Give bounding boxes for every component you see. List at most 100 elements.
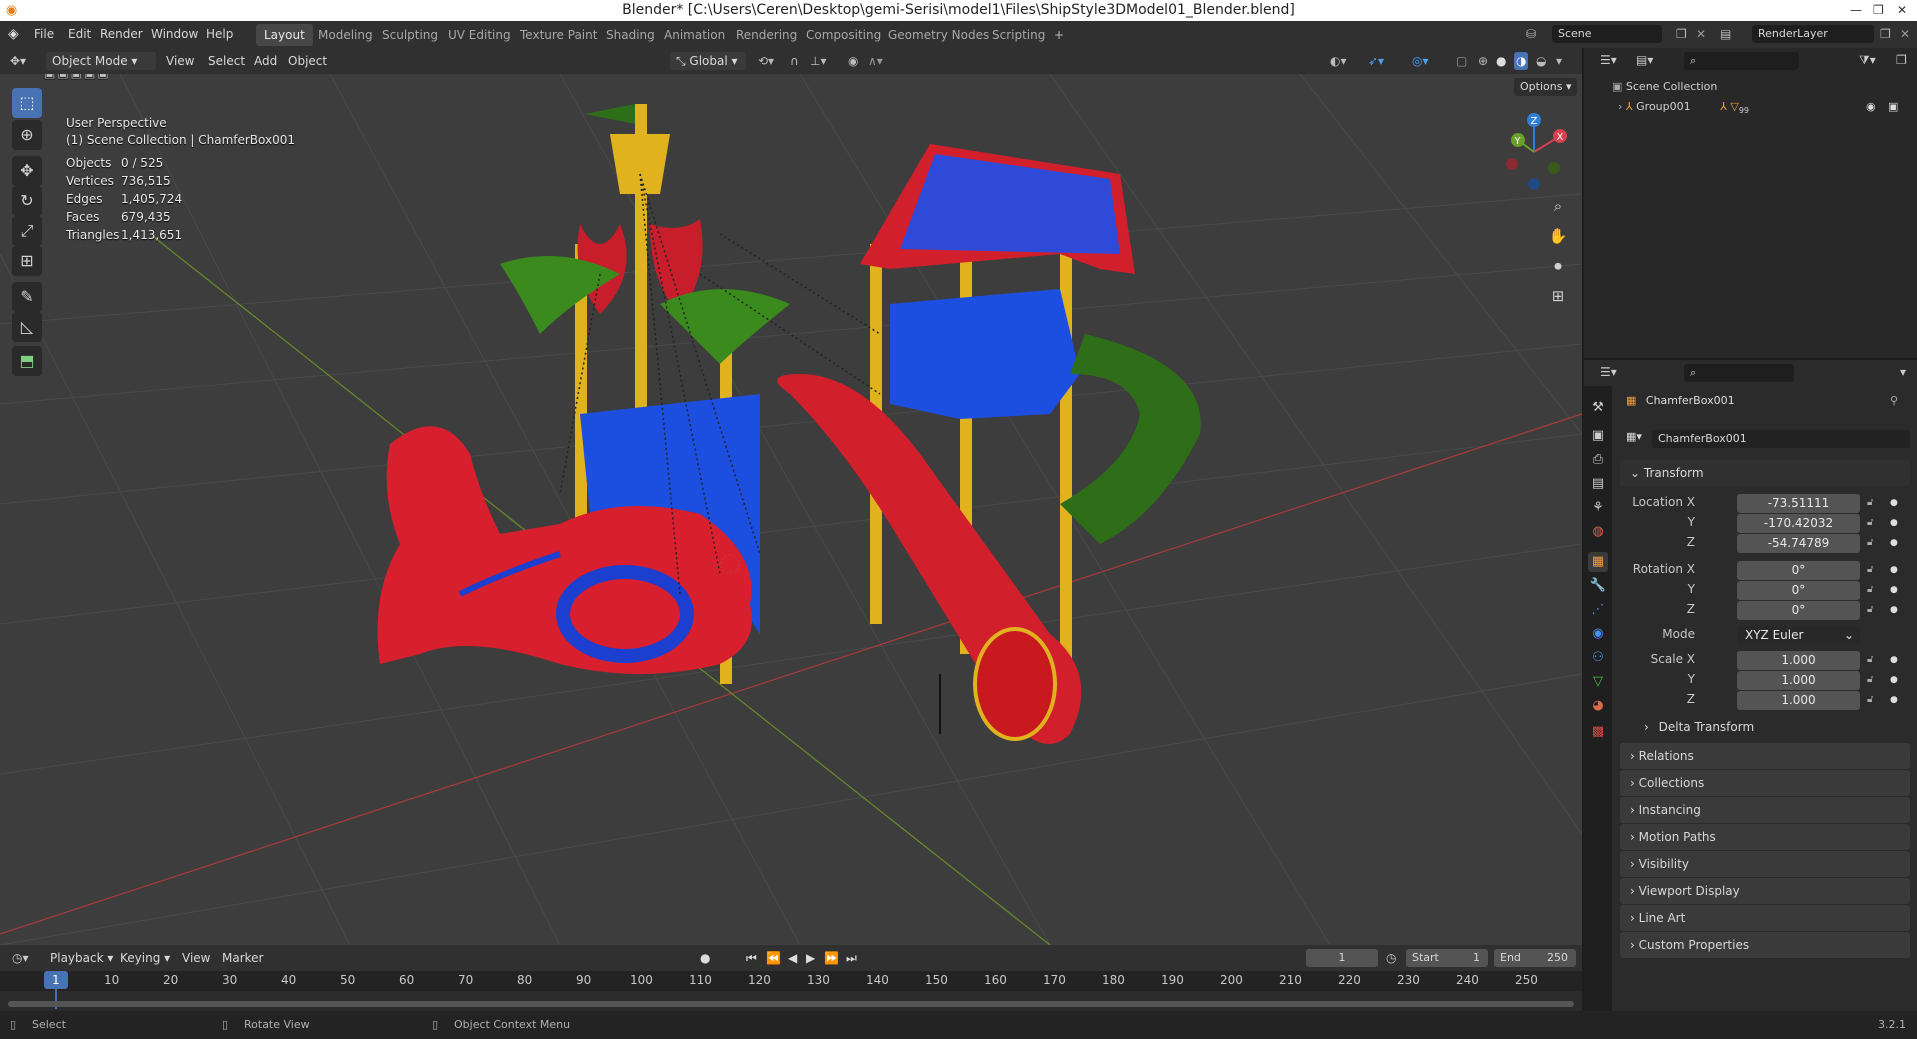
proportional-edit-icon[interactable]: ◉: [848, 52, 858, 70]
camera-view-icon[interactable]: ⏺: [1546, 254, 1570, 278]
lock-icon[interactable]: 🔓︎: [1867, 517, 1873, 528]
tab-geometry-nodes[interactable]: Geometry Nodes: [880, 24, 997, 46]
gizmo-toggle-icon[interactable]: ➶▾: [1368, 52, 1384, 70]
zoom-icon[interactable]: ⌕: [1546, 194, 1570, 218]
tab-layout[interactable]: Layout: [256, 24, 313, 46]
keyframe-dot-icon[interactable]: ●: [1890, 518, 1898, 528]
keyframe-dot-icon[interactable]: ●: [1890, 538, 1898, 548]
menu-render[interactable]: Render: [100, 21, 143, 48]
view-layer-tab-icon[interactable]: ▤: [1588, 474, 1608, 494]
object-mode-dropdown[interactable]: Object Mode ▾: [46, 52, 156, 70]
editor-type-icon[interactable]: ✥▾: [10, 52, 26, 70]
transform-tool-icon[interactable]: ⊞: [12, 246, 42, 276]
keyframe-dot-icon[interactable]: ●: [1890, 695, 1898, 705]
expand-arrow-icon[interactable]: ›: [1618, 100, 1622, 113]
ortho-grid-icon[interactable]: ⊞: [1546, 284, 1570, 308]
menu-edit[interactable]: Edit: [68, 21, 91, 48]
panel-visibility[interactable]: › Visibility: [1620, 851, 1910, 877]
solid-shading-icon[interactable]: ●: [1496, 52, 1506, 70]
viewport-menu-view[interactable]: View: [166, 52, 194, 70]
tab-uv-editing[interactable]: UV Editing: [440, 24, 519, 46]
rotation-z-field[interactable]: 0°: [1737, 601, 1860, 620]
jump-end-icon[interactable]: ⏭: [846, 949, 857, 967]
scale-y-field[interactable]: 1.000: [1737, 671, 1860, 690]
lock-icon[interactable]: 🔓︎: [1867, 497, 1873, 508]
panel-motion-paths[interactable]: › Motion Paths: [1620, 824, 1910, 850]
panel-collections[interactable]: › Collections: [1620, 770, 1910, 796]
scale-z-field[interactable]: 1.000: [1737, 691, 1860, 710]
tab-modeling[interactable]: Modeling: [310, 24, 381, 46]
tab-sculpting[interactable]: Sculpting: [374, 24, 446, 46]
material-preview-icon[interactable]: ◑: [1514, 52, 1529, 70]
panel-custom-properties[interactable]: › Custom Properties: [1620, 932, 1910, 958]
lock-icon[interactable]: 🔓︎: [1867, 654, 1873, 665]
timeline-menu-playback[interactable]: Playback ▾: [50, 949, 113, 967]
close-icon[interactable]: ✕: [1897, 0, 1907, 21]
timeline-menu-marker[interactable]: Marker: [222, 949, 263, 967]
annotate-tool-icon[interactable]: ✎: [12, 282, 42, 312]
menu-help[interactable]: Help: [206, 21, 233, 48]
rotation-x-field[interactable]: 0°: [1737, 561, 1860, 580]
snap-icon[interactable]: ∩: [790, 52, 799, 70]
tab-animation[interactable]: Animation: [656, 24, 733, 46]
scene-selector[interactable]: Scene: [1552, 25, 1662, 43]
output-tab-icon[interactable]: ⎙: [1588, 450, 1608, 470]
keyframe-dot-icon[interactable]: ●: [1890, 565, 1898, 575]
filter-icon[interactable]: ⧩▾: [1859, 53, 1876, 68]
play-reverse-icon[interactable]: ◀: [788, 949, 797, 967]
viewport-menu-add[interactable]: Add: [254, 52, 277, 70]
location-y-field[interactable]: -170.42032: [1737, 514, 1860, 533]
viewport-menu-object[interactable]: Object: [288, 52, 327, 70]
snap-target-icon[interactable]: ⊥▾: [810, 52, 826, 70]
add-workspace-button[interactable]: +: [1046, 24, 1072, 46]
lock-icon[interactable]: 🔓︎: [1867, 584, 1873, 595]
keyframe-dot-icon[interactable]: ●: [1890, 655, 1898, 665]
wireframe-shading-icon[interactable]: ⊕: [1478, 52, 1488, 70]
panel-line-art[interactable]: › Line Art: [1620, 905, 1910, 931]
new-view-layer-icon[interactable]: ❐: [1880, 21, 1891, 48]
preview-range-icon[interactable]: ◷: [1386, 949, 1396, 967]
minimize-icon[interactable]: —: [1850, 0, 1862, 21]
properties-search[interactable]: ⌕: [1684, 364, 1794, 382]
render-tab-icon[interactable]: ▣: [1588, 426, 1608, 446]
transform-panel-header[interactable]: ⌄ Transform: [1620, 460, 1910, 486]
tab-scripting[interactable]: Scripting: [984, 24, 1053, 46]
next-keyframe-icon[interactable]: ⏩: [824, 949, 839, 967]
timeline-scrollbar[interactable]: [8, 1001, 1574, 1007]
timeline-menu-keying[interactable]: Keying ▾: [120, 949, 170, 967]
timeline-area[interactable]: 1 10 20 30 40 50 60 70 80 90 100 110 120…: [0, 971, 1582, 1011]
viewport-menu-select[interactable]: Select: [208, 52, 245, 70]
view-layer-icon[interactable]: ▤: [1720, 21, 1731, 48]
rotation-y-field[interactable]: 0°: [1737, 581, 1860, 600]
falloff-icon[interactable]: ∧▾: [868, 52, 883, 70]
lock-icon[interactable]: 🔓︎: [1867, 564, 1873, 575]
timeline-editor-icon[interactable]: ◷▾: [12, 949, 29, 967]
camera-render-icon[interactable]: ▣: [1888, 98, 1898, 116]
jump-start-icon[interactable]: ⏮: [746, 949, 757, 967]
lock-icon[interactable]: 🔓︎: [1867, 694, 1873, 705]
navigation-gizmo[interactable]: Z X Y: [1496, 110, 1576, 190]
properties-editor-icon[interactable]: ☰▾: [1600, 365, 1617, 379]
frame-start-field[interactable]: Start 1: [1406, 949, 1488, 967]
display-mode-icon[interactable]: ▤▾: [1636, 53, 1653, 67]
lock-icon[interactable]: 🔓︎: [1867, 537, 1873, 548]
play-icon[interactable]: ▶: [806, 949, 815, 967]
location-z-field[interactable]: -54.74789: [1737, 534, 1860, 553]
pivot-icon[interactable]: ⟲▾: [758, 52, 774, 70]
menu-window[interactable]: Window: [151, 21, 198, 48]
tab-texture-paint[interactable]: Texture Paint: [512, 24, 605, 46]
new-scene-icon[interactable]: ❐: [1676, 21, 1687, 48]
delete-scene-icon[interactable]: ✕: [1696, 21, 1706, 48]
select-box-tool-icon[interactable]: ⬚: [12, 88, 42, 118]
eye-icon[interactable]: ◉: [1866, 98, 1876, 116]
rotation-mode-dropdown[interactable]: XYZ Euler ⌄: [1737, 626, 1860, 645]
pin-icon[interactable]: ⚲: [1890, 394, 1898, 407]
scale-x-field[interactable]: 1.000: [1737, 651, 1860, 670]
outliner-search[interactable]: ⌕: [1684, 52, 1799, 70]
tab-rendering[interactable]: Rendering: [728, 24, 805, 46]
datablock-selector-icon[interactable]: ▦▾: [1626, 430, 1642, 443]
current-frame-field[interactable]: 1: [1306, 949, 1378, 967]
properties-options-icon[interactable]: ▾: [1900, 365, 1906, 379]
outliner-scene-collection[interactable]: ▣ Scene Collection: [1612, 78, 1912, 96]
add-cube-tool-icon[interactable]: ⬒: [12, 346, 42, 376]
